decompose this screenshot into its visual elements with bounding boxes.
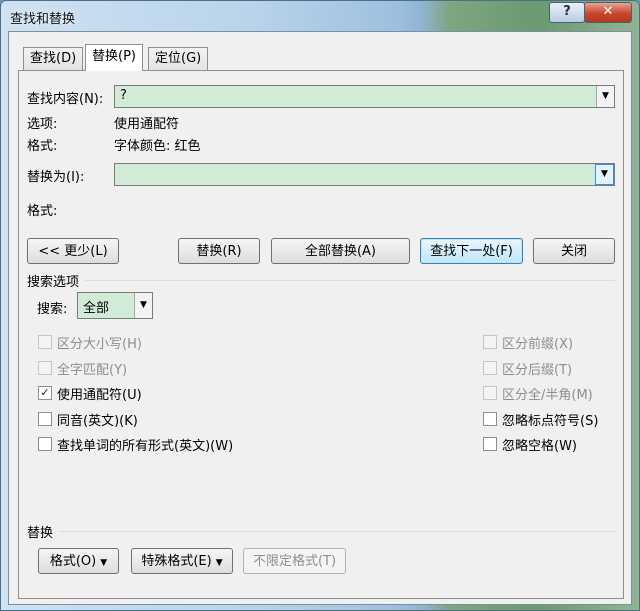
- search-direction-label: 搜索:: [37, 302, 68, 317]
- checkbox-label: 区分全/半角(M): [502, 388, 593, 403]
- checkbox-match-width[interactable]: 区分全/半角(M): [483, 384, 613, 403]
- checkbox-label: 区分大小写(H): [57, 337, 142, 352]
- format-button-label: 格式(O): [49, 554, 97, 569]
- checkbox-label: 忽略空格(W): [502, 439, 577, 454]
- replace-section-title: 替换: [27, 526, 54, 541]
- checkbox-box[interactable]: [38, 412, 52, 426]
- checkbox-box[interactable]: [483, 361, 497, 375]
- checkbox-box[interactable]: [38, 437, 52, 451]
- checkbox-label: 使用通配符(U): [57, 388, 142, 403]
- replace-with-field[interactable]: ▼: [114, 163, 615, 186]
- find-options-value: 使用通配符: [114, 117, 180, 132]
- checkbox-box[interactable]: [483, 412, 497, 426]
- window-title: 查找和替换: [10, 12, 76, 27]
- find-format-value: 字体颜色: 红色: [114, 139, 201, 154]
- replace-all-button[interactable]: 全部替换(A): [271, 238, 410, 264]
- find-options-label: 选项:: [27, 117, 58, 132]
- search-direction-select[interactable]: 全部 ▼: [77, 292, 153, 319]
- format-menu-button[interactable]: 格式(O) ▼: [38, 548, 119, 574]
- checkbox-box[interactable]: [483, 437, 497, 451]
- replace-section-divider: [59, 531, 615, 532]
- checkbox-label: 区分前缀(X): [502, 337, 574, 352]
- checkbox-ignore-punctuation[interactable]: 忽略标点符号(S): [483, 410, 613, 429]
- checkbox-ignore-spaces[interactable]: 忽略空格(W): [483, 435, 613, 454]
- tab-find[interactable]: 查找(D): [23, 47, 84, 70]
- search-options-title: 搜索选项: [27, 275, 80, 290]
- checkbox-label: 查找单词的所有形式(英文)(W): [57, 439, 234, 454]
- checkbox-box[interactable]: [483, 386, 497, 400]
- dialog-client-area: 查找(D) 替换(P) 定位(G) 查找内容(N): ? ▼ 选项: 使用通配符…: [8, 31, 632, 605]
- search-dropdown-arrow-icon[interactable]: ▼: [134, 293, 152, 318]
- tab-goto[interactable]: 定位(G): [148, 47, 209, 70]
- checkbox-all-word-forms[interactable]: 查找单词的所有形式(英文)(W): [38, 435, 298, 454]
- tab-replace[interactable]: 替换(P): [85, 44, 143, 71]
- special-format-menu-button[interactable]: 特殊格式(E) ▼: [131, 548, 233, 574]
- checkbox-label: 全字匹配(Y): [57, 363, 128, 378]
- checkmark-icon[interactable]: ✓: [38, 386, 52, 400]
- checkbox-sounds-like[interactable]: 同音(英文)(K): [38, 410, 268, 429]
- find-what-value: ?: [120, 88, 127, 103]
- replace-button[interactable]: 替换(R): [178, 238, 260, 264]
- search-options-divider: [85, 280, 615, 281]
- checkbox-match-suffix[interactable]: 区分后缀(T): [483, 359, 613, 378]
- search-direction-value: 全部: [83, 301, 110, 316]
- replace-tab-panel: 查找内容(N): ? ▼ 选项: 使用通配符 格式: 字体颜色: 红色 替换为(…: [18, 70, 624, 599]
- find-replace-dialog: 查找和替换 ? ✕ 查找(D) 替换(P) 定位(G) 查找内容(N): ? ▼…: [0, 0, 640, 611]
- checkbox-box[interactable]: [38, 361, 52, 375]
- checkbox-use-wildcards[interactable]: ✓ 使用通配符(U): [38, 384, 268, 403]
- find-dropdown-arrow-icon[interactable]: ▼: [596, 86, 614, 107]
- replace-with-label: 替换为(I):: [27, 170, 85, 185]
- replace-format-label: 格式:: [27, 204, 58, 219]
- checkbox-match-case[interactable]: 区分大小写(H): [38, 333, 268, 352]
- checkbox-match-prefix[interactable]: 区分前缀(X): [483, 333, 613, 352]
- find-format-label: 格式:: [27, 139, 58, 154]
- no-formatting-button: 不限定格式(T): [243, 548, 346, 574]
- find-next-button[interactable]: 查找下一处(F): [420, 238, 523, 264]
- close-button[interactable]: 关闭: [533, 238, 615, 264]
- special-button-label: 特殊格式(E): [141, 554, 212, 569]
- help-button[interactable]: ?: [549, 2, 585, 23]
- less-button[interactable]: << 更少(L): [27, 238, 119, 264]
- replace-dropdown-arrow-icon[interactable]: ▼: [595, 164, 614, 185]
- find-what-label: 查找内容(N):: [27, 92, 104, 107]
- checkbox-whole-word[interactable]: 全字匹配(Y): [38, 359, 268, 378]
- checkbox-box[interactable]: [38, 335, 52, 349]
- checkbox-label: 区分后缀(T): [502, 363, 573, 378]
- find-what-field[interactable]: ? ▼: [114, 85, 615, 108]
- checkbox-label: 忽略标点符号(S): [502, 414, 599, 429]
- dropdown-caret-icon: ▼: [215, 558, 223, 568]
- checkbox-box[interactable]: [483, 335, 497, 349]
- title-bar[interactable]: 查找和替换 ? ✕: [1, 1, 639, 31]
- checkbox-label: 同音(英文)(K): [57, 414, 138, 429]
- dropdown-caret-icon: ▼: [100, 558, 108, 568]
- close-window-button[interactable]: ✕: [584, 2, 632, 23]
